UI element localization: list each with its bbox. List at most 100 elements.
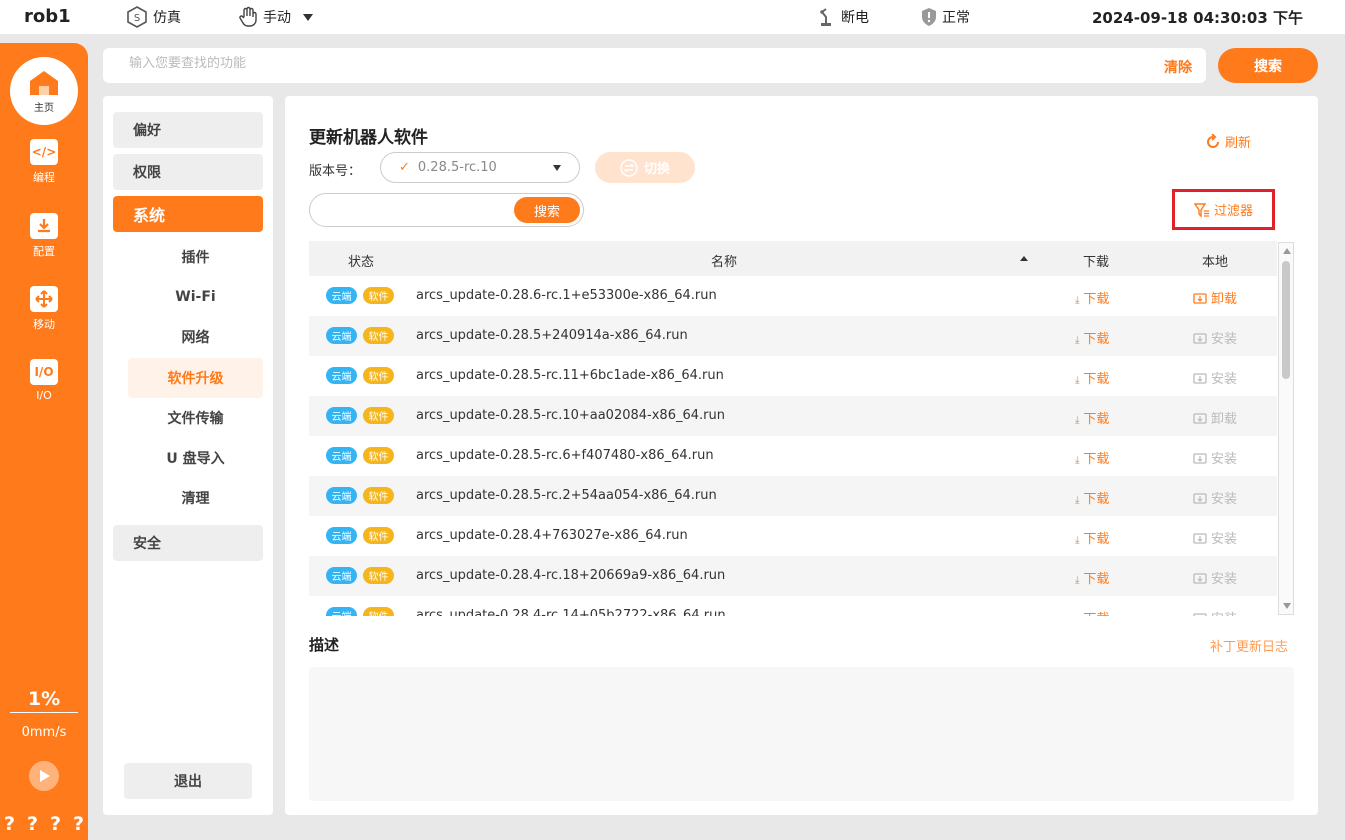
system-item-software-upgrade[interactable]: 软件升级 — [128, 358, 263, 398]
software-tag: 软件 — [363, 287, 394, 304]
table-scrollbar[interactable] — [1278, 242, 1294, 615]
package-icon — [1193, 293, 1207, 304]
status-mark[interactable]: ? — [50, 813, 61, 835]
filter-button[interactable]: 过滤器 — [1172, 189, 1275, 230]
table-row[interactable]: 云端 软件 arcs_update-0.28.5-rc.6+f407480-x86_… — [309, 436, 1277, 476]
local-action-button[interactable]: 安装 — [1193, 368, 1237, 387]
scroll-down-icon[interactable] — [1283, 603, 1291, 609]
download-label: 下载 — [1083, 332, 1110, 347]
sidebar-item-config[interactable]: 配置 — [0, 213, 88, 259]
play-icon — [40, 770, 50, 782]
local-action-label: 安装 — [1211, 612, 1237, 616]
local-action-button[interactable]: 安装 — [1193, 488, 1237, 507]
download-button[interactable]: ⤓下载 — [1075, 328, 1109, 347]
table-row[interactable]: 云端 软件 arcs_update-0.28.5-rc.11+6bc1ade-x86… — [309, 356, 1277, 396]
download-label: 下载 — [1083, 412, 1110, 427]
table-row[interactable]: 云端 软件 arcs_update-0.28.5-rc.10+aa02084-x86… — [309, 396, 1277, 436]
table-row[interactable]: 云端 软件 arcs_update-0.28.5+240914a-x86_64.ru… — [309, 316, 1277, 356]
scrollbar-thumb[interactable] — [1282, 261, 1290, 379]
status-mark[interactable]: ? — [4, 813, 15, 835]
local-action-label: 安装 — [1211, 332, 1238, 347]
sidebar-item-io[interactable]: I/O I/O — [0, 359, 88, 402]
safety-status[interactable]: 正常 — [920, 4, 970, 30]
section-preferences[interactable]: 偏好 — [113, 112, 263, 148]
table-row[interactable]: 云端 软件 arcs_update-0.28.6-rc.1+e53300e-x86_… — [309, 276, 1277, 316]
download-icon: ⤓ — [1075, 495, 1080, 506]
system-item-plugins[interactable]: 插件 — [128, 237, 263, 277]
sort-ascending-icon[interactable] — [1020, 256, 1028, 261]
column-status[interactable]: 状态 — [348, 251, 374, 270]
scroll-up-icon[interactable] — [1283, 248, 1291, 254]
patch-log-link[interactable]: 补丁更新日志 — [1210, 636, 1288, 655]
download-button[interactable]: ⤓下载 — [1075, 568, 1109, 587]
simulation-toggle[interactable]: S 仿真 — [125, 4, 181, 30]
package-icon — [1193, 493, 1207, 504]
top-bar: rob1 S 仿真 手动 断电 正常 2024-09-18 04:30:03 下… — [0, 0, 1345, 34]
local-action-button[interactable]: 安装 — [1193, 448, 1237, 467]
home-button[interactable]: 主页 — [10, 57, 78, 125]
main-sidebar: 主页 </> 编程 配置 移动 I/O I/O 1% 0mm/s ? ? ? ? — [0, 43, 88, 840]
refresh-icon — [1207, 133, 1219, 148]
status-mark[interactable]: ? — [27, 813, 38, 835]
download-icon: ⤓ — [1075, 415, 1080, 426]
file-name: arcs_update-0.28.4-rc.14+05b2722-x86_64.… — [416, 608, 726, 616]
system-item-network[interactable]: 网络 — [128, 317, 263, 357]
section-permissions[interactable]: 权限 — [113, 154, 263, 190]
download-button[interactable]: ⤓下载 — [1075, 288, 1109, 307]
column-local[interactable]: 本地 — [1202, 251, 1228, 270]
clear-button[interactable]: 清除 — [1164, 57, 1192, 77]
local-action-button[interactable]: 安装 — [1193, 328, 1237, 347]
logout-button[interactable]: 退出 — [124, 763, 252, 799]
simulation-label: 仿真 — [153, 10, 181, 26]
check-icon: ✓ — [399, 160, 410, 175]
download-button[interactable]: ⤓下载 — [1075, 368, 1109, 387]
system-item-wifi[interactable]: Wi-Fi — [128, 277, 263, 317]
sidebar-item-move[interactable]: 移动 — [0, 286, 88, 332]
function-search-button[interactable]: 搜索 — [1218, 48, 1318, 83]
local-action-button[interactable]: 安装 — [1193, 608, 1237, 616]
column-name[interactable]: 名称 — [711, 251, 737, 270]
sidebar-item-programming[interactable]: </> 编程 — [0, 139, 88, 185]
local-action-button[interactable]: 卸载 — [1193, 288, 1237, 307]
software-tag: 软件 — [363, 407, 394, 424]
sidebar-item-label: 编程 — [33, 171, 55, 184]
version-select[interactable]: ✓ 0.28.5-rc.10 — [380, 152, 580, 183]
function-search-input[interactable] — [129, 56, 1029, 71]
switch-version-button[interactable]: 切换 — [595, 152, 695, 183]
table-search-input[interactable] — [324, 202, 504, 217]
table-search-button[interactable]: 搜索 — [514, 197, 580, 223]
system-item-usb-import[interactable]: U 盘导入 — [128, 438, 263, 478]
section-system[interactable]: 系统 — [113, 196, 263, 232]
mode-dropdown[interactable]: 手动 — [237, 4, 313, 30]
power-status[interactable]: 断电 — [817, 4, 869, 30]
table-row[interactable]: 云端 软件 arcs_update-0.28.4-rc.18+20669a9-x86… — [309, 556, 1277, 596]
refresh-button[interactable]: 刷新 — [1205, 132, 1251, 151]
local-action-button[interactable]: 安装 — [1193, 528, 1237, 547]
cloud-tag: 云端 — [326, 407, 357, 424]
table-row[interactable]: 云端软件 arcs_update-0.28.4-rc.14+05b2722-x86… — [309, 596, 1277, 616]
status-indicators: ? ? ? ? — [4, 813, 88, 835]
download-button[interactable]: ⤓下载 — [1075, 608, 1109, 616]
download-label: 下载 — [1083, 532, 1110, 547]
table-row[interactable]: 云端 软件 arcs_update-0.28.4+763027e-x86_64.ru… — [309, 516, 1277, 556]
download-button[interactable]: ⤓下载 — [1075, 488, 1109, 507]
filter-label: 过滤器 — [1213, 204, 1253, 219]
speed-percent[interactable]: 1% — [0, 688, 88, 710]
section-safety[interactable]: 安全 — [113, 525, 263, 561]
download-button[interactable]: ⤓下载 — [1075, 448, 1109, 467]
file-name: arcs_update-0.28.5-rc.10+aa02084-x86_64.… — [416, 408, 725, 423]
software-tag: 软件 — [363, 607, 394, 616]
local-action-button[interactable]: 安装 — [1193, 568, 1237, 587]
download-button[interactable]: ⤓下载 — [1075, 528, 1109, 547]
column-download[interactable]: 下载 — [1083, 251, 1109, 270]
local-action-button[interactable]: 卸载 — [1193, 408, 1237, 427]
download-config-icon — [30, 213, 58, 239]
table-row[interactable]: 云端 软件 arcs_update-0.28.5-rc.2+54aa054-x86_… — [309, 476, 1277, 516]
home-label: 主页 — [34, 102, 54, 114]
status-mark[interactable]: ? — [73, 813, 84, 835]
system-item-file-transfer[interactable]: 文件传输 — [128, 398, 263, 438]
play-button[interactable] — [29, 761, 59, 791]
download-button[interactable]: ⤓下载 — [1075, 408, 1109, 427]
robot-name: rob1 — [24, 6, 71, 27]
system-item-cleanup[interactable]: 清理 — [128, 478, 263, 518]
